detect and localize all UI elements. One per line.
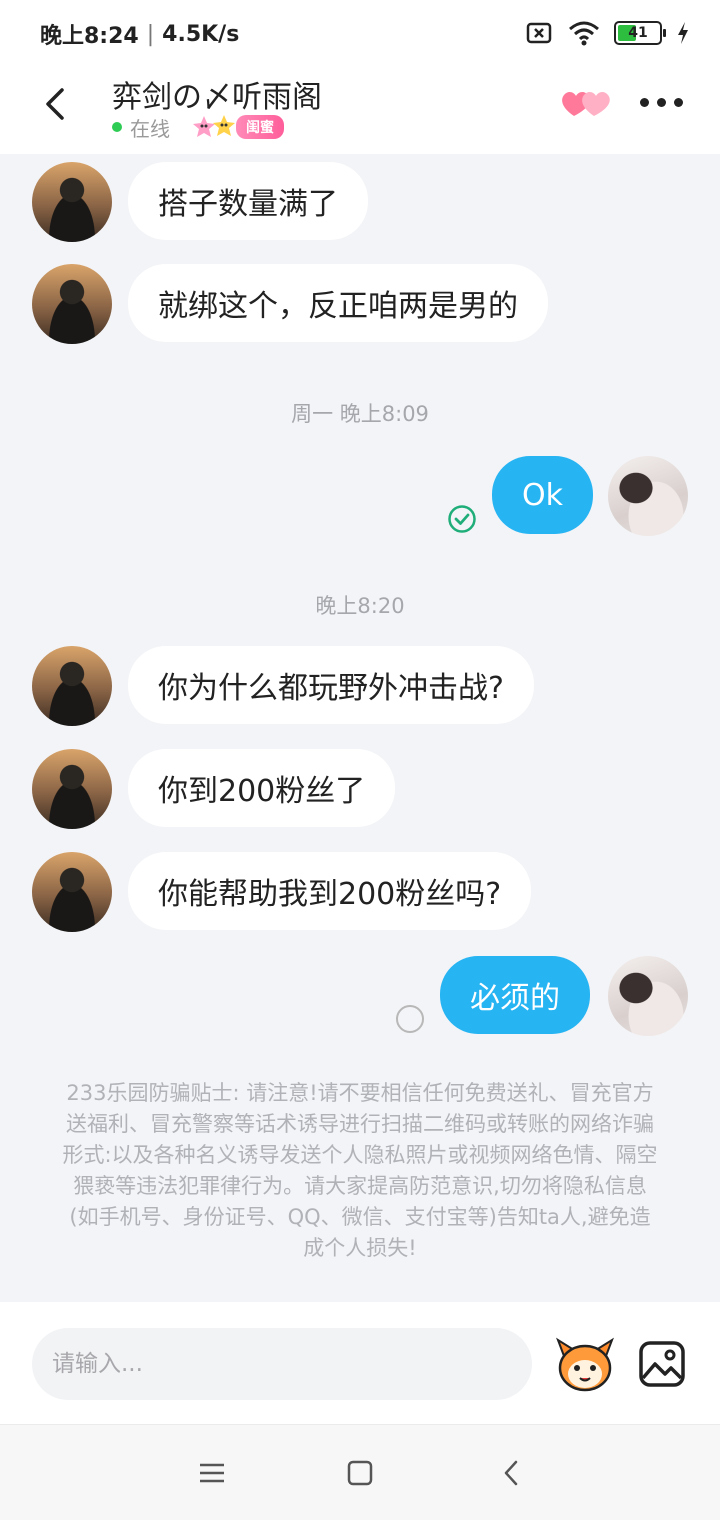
- read-check-icon: [448, 505, 476, 533]
- contact-avatar[interactable]: [32, 852, 112, 932]
- incoming-message[interactable]: 搭子数量满了: [128, 162, 368, 240]
- incoming-message[interactable]: 你能帮助我到200粉丝吗?: [128, 852, 532, 930]
- system-nav-bar: [0, 1424, 720, 1520]
- incoming-message[interactable]: 你为什么都玩野外冲击战?: [128, 646, 534, 724]
- chat-header: 弈剑の〆听雨阁 在线 闺蜜: [0, 68, 720, 154]
- home-icon[interactable]: [344, 1459, 376, 1487]
- contact-avatar[interactable]: [32, 749, 112, 829]
- relation-badge[interactable]: 闺蜜: [190, 112, 284, 142]
- wifi-icon: [569, 21, 599, 46]
- emoji-mascot-icon[interactable]: [554, 1334, 616, 1394]
- outgoing-message[interactable]: 必须的: [440, 956, 590, 1034]
- contact-status-row: 在线 闺蜜: [112, 112, 284, 142]
- relation-badge-label: 闺蜜: [236, 115, 284, 139]
- message-input[interactable]: [32, 1328, 532, 1400]
- sending-status-icon: [396, 1005, 424, 1033]
- online-status: 在线: [130, 116, 170, 141]
- my-avatar[interactable]: [608, 956, 688, 1036]
- charging-icon: [678, 22, 688, 44]
- back-arrow-icon[interactable]: [36, 84, 76, 124]
- sim-off-icon: [526, 22, 552, 44]
- my-avatar[interactable]: [608, 456, 688, 536]
- anti-fraud-notice: 233乐园防骗贴士: 请注意!请不要相信任何免费送礼、冒充官方送福利、冒充警察等…: [62, 1081, 658, 1260]
- input-bar: [0, 1302, 720, 1424]
- contact-name: 弈剑の〆听雨阁: [112, 80, 322, 115]
- status-bar: 晚上8:24 | 4.5K/s 41: [0, 0, 720, 68]
- contact-avatar[interactable]: [32, 646, 112, 726]
- message-timestamp: 周一 晚上8:09: [291, 402, 429, 426]
- online-dot-icon: [112, 122, 122, 132]
- status-icons: 41: [526, 20, 690, 46]
- image-picker-icon[interactable]: [638, 1340, 686, 1388]
- battery-icon: 41: [614, 21, 666, 45]
- menu-icon[interactable]: [196, 1459, 228, 1487]
- intimacy-hearts-icon[interactable]: [560, 86, 612, 120]
- contact-avatar[interactable]: [32, 162, 112, 242]
- network-speed: 4.5K/s: [162, 21, 240, 47]
- battery-level: 41: [628, 25, 648, 41]
- incoming-message[interactable]: 你到200粉丝了: [128, 749, 396, 827]
- status-time: 晚上8:24: [40, 24, 139, 49]
- outgoing-message[interactable]: Ok: [492, 456, 593, 534]
- more-options-icon[interactable]: [640, 92, 690, 112]
- incoming-message[interactable]: 就绑这个，反正咱两是男的: [128, 264, 548, 342]
- message-timestamp: 晚上8:20: [315, 594, 405, 618]
- nav-back-icon[interactable]: [496, 1459, 528, 1487]
- status-separator: |: [146, 21, 155, 47]
- contact-avatar[interactable]: [32, 264, 112, 344]
